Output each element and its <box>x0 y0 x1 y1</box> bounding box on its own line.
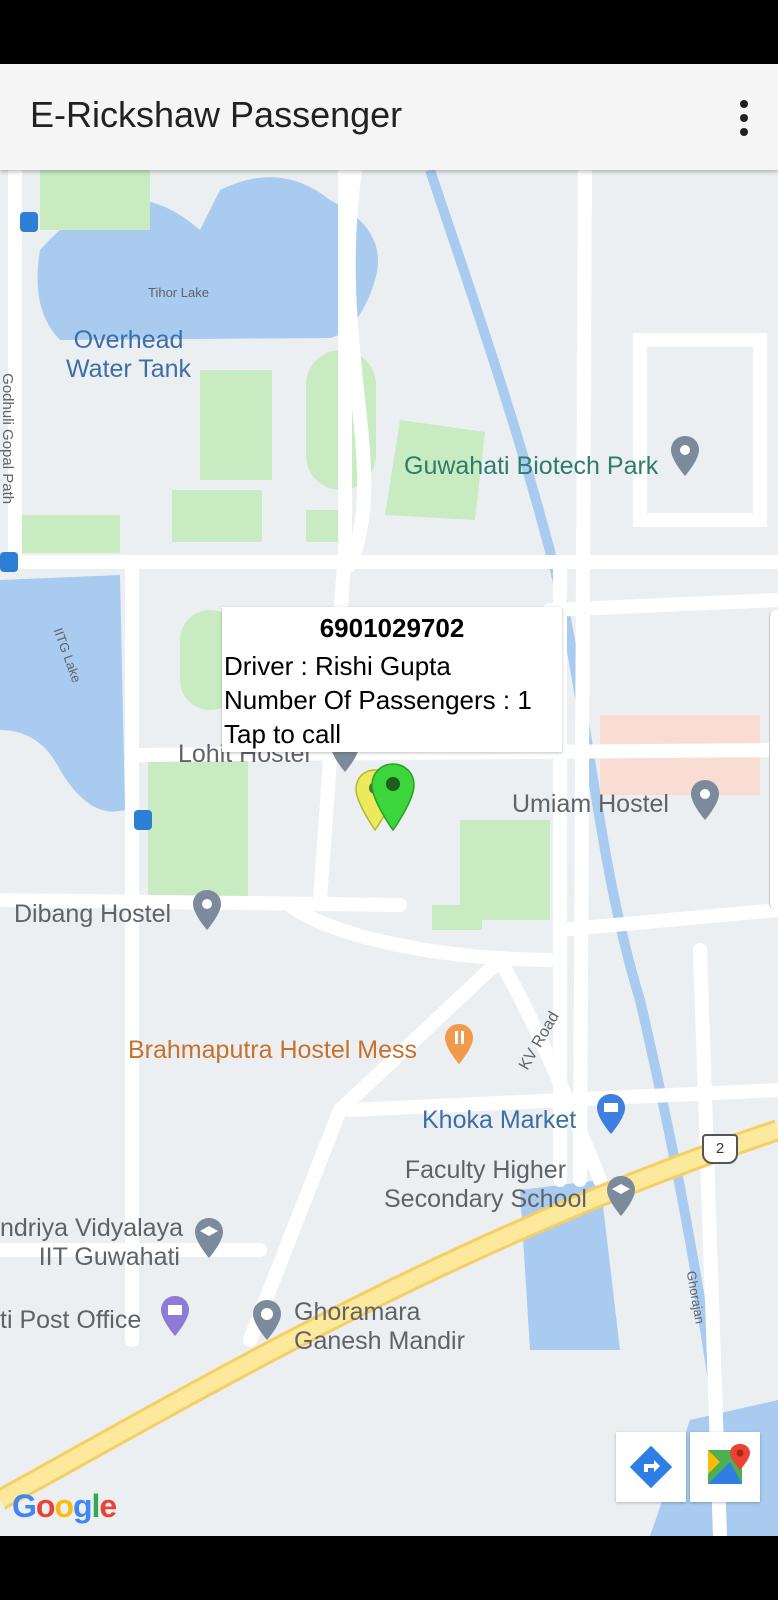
place-pin-icon[interactable] <box>190 888 224 932</box>
tap-to-call: Tap to call <box>224 719 342 749</box>
place-pin-icon[interactable] <box>688 778 722 822</box>
vidyalaya-label: ndriya Vidyalaya IIT Guwahati <box>0 1214 183 1271</box>
post-office-pin-icon[interactable] <box>158 1294 192 1338</box>
post-office-label: ti Post Office <box>0 1306 142 1334</box>
marker-info-window[interactable]: 6901029702 Driver : Rishi Gupta Number O… <box>222 607 562 752</box>
google-maps-icon <box>708 1444 750 1484</box>
overhead-tank-label: Overhead Water Tank <box>66 326 192 383</box>
driver-name: Driver : Rishi Gupta <box>224 651 451 681</box>
biotech-label: Guwahati Biotech Park <box>404 452 659 480</box>
directions-icon <box>629 1445 673 1489</box>
bus-stop-icon[interactable] <box>20 212 38 232</box>
bus-stop-icon[interactable] <box>0 552 18 572</box>
open-google-maps-button[interactable] <box>690 1432 760 1502</box>
bus-stop-icon[interactable] <box>134 810 152 830</box>
shopping-pin-icon[interactable] <box>594 1092 628 1136</box>
passenger-count: Number Of Passengers : 1 <box>224 685 532 715</box>
app-title: E-Rickshaw Passenger <box>30 94 403 135</box>
ganesh-mandir-label: Ghoramara Ganesh Mandir <box>294 1298 465 1355</box>
google-logo: Google <box>12 1488 117 1524</box>
navigation-bar <box>0 1536 778 1600</box>
umiam-label: Umiam Hostel <box>512 790 669 818</box>
driver-phone: 6901029702 <box>319 613 465 643</box>
highway-number: 2 <box>715 1140 725 1157</box>
temple-pin-icon[interactable] <box>250 1298 284 1342</box>
more-vert-icon[interactable] <box>732 98 756 138</box>
dibang-label: Dibang Hostel <box>14 900 172 928</box>
khoka-label: Khoka Market <box>422 1106 577 1134</box>
place-pin-icon[interactable] <box>668 434 702 478</box>
tihor-lake-label: Tihor Lake <box>148 285 209 300</box>
school-pin-icon[interactable] <box>192 1216 226 1260</box>
app-bar: E-Rickshaw Passenger <box>0 64 778 170</box>
school-pin-icon[interactable] <box>604 1174 638 1218</box>
edge-panel-handle[interactable] <box>769 610 778 910</box>
godhuli-label: Godhuli Gopal Path <box>0 373 17 505</box>
status-bar <box>0 0 778 64</box>
highway-shield-icon: 2 <box>702 1134 738 1164</box>
map-view[interactable]: Tihor Lake Overhead Water Tank Godhuli G… <box>0 170 778 1536</box>
green-marker-icon[interactable] <box>370 762 416 832</box>
brahmaputra-label: Brahmaputra Hostel Mess <box>128 1036 418 1064</box>
faculty-school-label: Faculty Higher Secondary School <box>384 1156 587 1213</box>
directions-button[interactable] <box>616 1432 686 1502</box>
restaurant-pin-icon[interactable] <box>442 1022 476 1066</box>
